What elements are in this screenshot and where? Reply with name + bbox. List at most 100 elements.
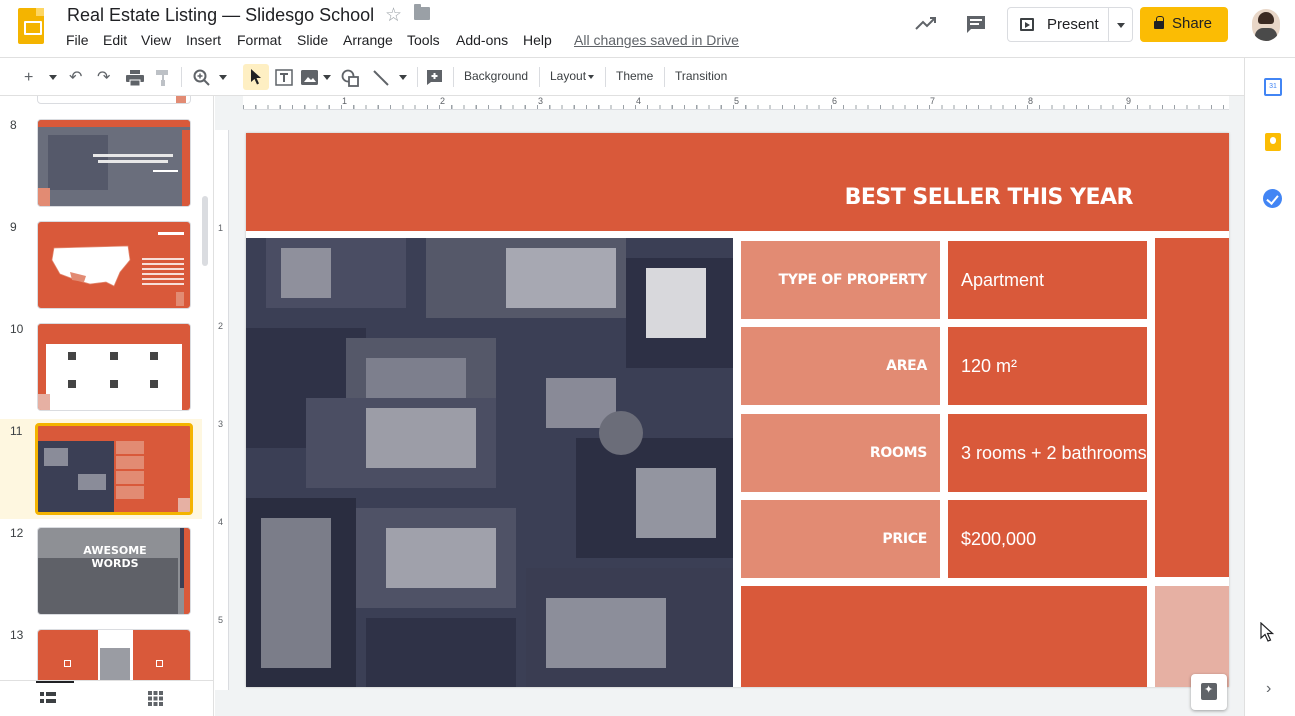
menu-edit[interactable]: Edit	[103, 32, 127, 48]
menu-addons[interactable]: Add-ons	[456, 32, 508, 48]
filmstrip-footer	[0, 680, 214, 716]
filmstrip-view-icon[interactable]	[40, 691, 56, 705]
toolbar-divider	[181, 67, 182, 87]
share-label: Share	[1172, 15, 1213, 32]
area-label-cell[interactable]: AREA	[741, 327, 940, 405]
decorative-block[interactable]	[1155, 238, 1229, 577]
activity-trend-icon[interactable]	[915, 14, 937, 32]
rooms-label-cell[interactable]: ROOMS	[741, 414, 940, 492]
row-label: PRICE	[882, 531, 927, 547]
image-caret-icon[interactable]	[323, 75, 331, 80]
property-type-value-cell[interactable]: Apartment	[948, 241, 1147, 319]
explore-button[interactable]	[1191, 674, 1227, 710]
user-avatar[interactable]	[1252, 9, 1280, 41]
tasks-icon[interactable]	[1263, 189, 1282, 208]
property-type-label-cell[interactable]: TYPE OF PROPERTY	[741, 241, 940, 319]
document-title[interactable]: Real Estate Listing — Slidesgo School	[67, 5, 374, 26]
image-icon[interactable]	[301, 70, 318, 85]
ruler-mark: 5	[218, 615, 224, 625]
layout-caret-icon[interactable]	[588, 75, 594, 79]
background-button[interactable]: Background	[464, 69, 528, 83]
row-value: $200,000	[961, 528, 1037, 549]
chevron-right-icon[interactable]: ›	[1266, 680, 1271, 698]
zoom-caret-icon[interactable]	[219, 75, 227, 80]
horizontal-ruler[interactable]: 1 2 3 4 5 6 7 8 9	[243, 96, 1229, 110]
slide-title[interactable]: BEST SELLER THIS YEAR	[845, 185, 1134, 210]
slide-canvas[interactable]: BEST SELLER THIS YEAR TYPE OF PROPERTY A…	[246, 133, 1229, 687]
theme-button[interactable]: Theme	[616, 69, 653, 83]
menu-slide[interactable]: Slide	[297, 32, 328, 48]
slide-thumbnail-7[interactable]	[37, 96, 191, 104]
area-value-cell[interactable]: 120 m²	[948, 327, 1147, 405]
slides-logo-icon[interactable]	[18, 8, 44, 44]
print-icon[interactable]	[126, 70, 144, 86]
app-header: Real Estate Listing — Slidesgo School ☆ …	[0, 0, 1295, 58]
line-icon[interactable]	[372, 69, 390, 87]
toolbar-divider	[417, 67, 418, 87]
select-tool-button[interactable]	[243, 64, 269, 90]
row-label: AREA	[886, 358, 927, 374]
slide-filmstrip: 8 9 10 11 12 AWESOME WORDS 13	[0, 96, 214, 680]
vertical-ruler[interactable]: 1 2 3 4 5	[215, 130, 229, 690]
undo-icon[interactable]: ↶	[69, 68, 82, 88]
add-comment-icon[interactable]	[426, 69, 443, 86]
save-status[interactable]: All changes saved in Drive	[574, 32, 739, 48]
slide-thumbnail-9[interactable]	[37, 221, 191, 309]
slide-number: 13	[10, 628, 24, 642]
slide-thumbnail-11[interactable]	[35, 423, 193, 515]
new-slide-caret-icon[interactable]	[49, 75, 57, 80]
row-label: TYPE OF PROPERTY	[778, 272, 927, 288]
price-value-cell[interactable]: $200,000	[948, 500, 1147, 578]
slide-thumbnail-10[interactable]	[37, 323, 191, 411]
line-caret-icon[interactable]	[399, 75, 407, 80]
decorative-block[interactable]	[1155, 586, 1229, 687]
menu-tools[interactable]: Tools	[407, 32, 440, 48]
filmstrip-scrollbar[interactable]	[202, 196, 208, 266]
present-button[interactable]: Present	[1007, 7, 1109, 42]
layout-button[interactable]: Layout	[550, 69, 586, 83]
calendar-icon[interactable]: 31	[1264, 78, 1282, 96]
map-graphic	[51, 245, 131, 287]
lock-icon	[1154, 16, 1164, 29]
menu-help[interactable]: Help	[523, 32, 552, 48]
new-slide-icon[interactable]: +	[24, 68, 33, 88]
zoom-icon[interactable]	[193, 69, 210, 86]
present-dropdown-button[interactable]	[1109, 7, 1133, 42]
slide-thumbnail-8[interactable]	[37, 119, 191, 207]
star-icon[interactable]: ☆	[385, 4, 402, 27]
slide-thumbnail-12[interactable]: AWESOME WORDS	[37, 527, 191, 615]
grid-view-icon[interactable]	[148, 691, 163, 706]
title-banner[interactable]: BEST SELLER THIS YEAR	[246, 133, 1229, 231]
keep-icon[interactable]	[1265, 133, 1281, 151]
row-value: Apartment	[961, 269, 1045, 290]
slide-thumbnail-13[interactable]	[37, 629, 191, 680]
folder-icon[interactable]	[414, 4, 430, 20]
comment-icon[interactable]	[965, 14, 987, 34]
toolbar-divider	[539, 67, 540, 87]
menu-file[interactable]: File	[66, 32, 89, 48]
decorative-block[interactable]	[741, 586, 1147, 687]
price-label-cell[interactable]: PRICE	[741, 500, 940, 578]
side-panel	[1244, 58, 1295, 716]
menu-insert[interactable]: Insert	[186, 32, 221, 48]
transition-button[interactable]: Transition	[675, 69, 727, 83]
menu-format[interactable]: Format	[237, 32, 281, 48]
text-box-icon[interactable]	[275, 69, 293, 86]
redo-icon[interactable]: ↷	[97, 68, 110, 88]
share-button[interactable]: Share	[1140, 7, 1228, 42]
toolbar-divider	[605, 67, 606, 87]
ruler-mark: 1	[218, 223, 224, 233]
ruler-ticks	[243, 105, 1229, 109]
rooms-value-cell[interactable]: 3 rooms + 2 bathrooms	[948, 414, 1147, 492]
menu-arrange[interactable]: Arrange	[343, 32, 393, 48]
slide-number: 12	[10, 526, 24, 540]
present-icon	[1020, 18, 1034, 31]
explore-icon	[1201, 683, 1217, 700]
menu-view[interactable]: View	[141, 32, 171, 48]
slide-number: 9	[10, 220, 17, 234]
shape-icon[interactable]	[341, 69, 360, 87]
mouse-cursor-icon	[1260, 622, 1274, 642]
slide-number: 11	[10, 424, 23, 438]
building-photo[interactable]	[246, 238, 733, 687]
paint-format-icon[interactable]	[156, 70, 170, 86]
